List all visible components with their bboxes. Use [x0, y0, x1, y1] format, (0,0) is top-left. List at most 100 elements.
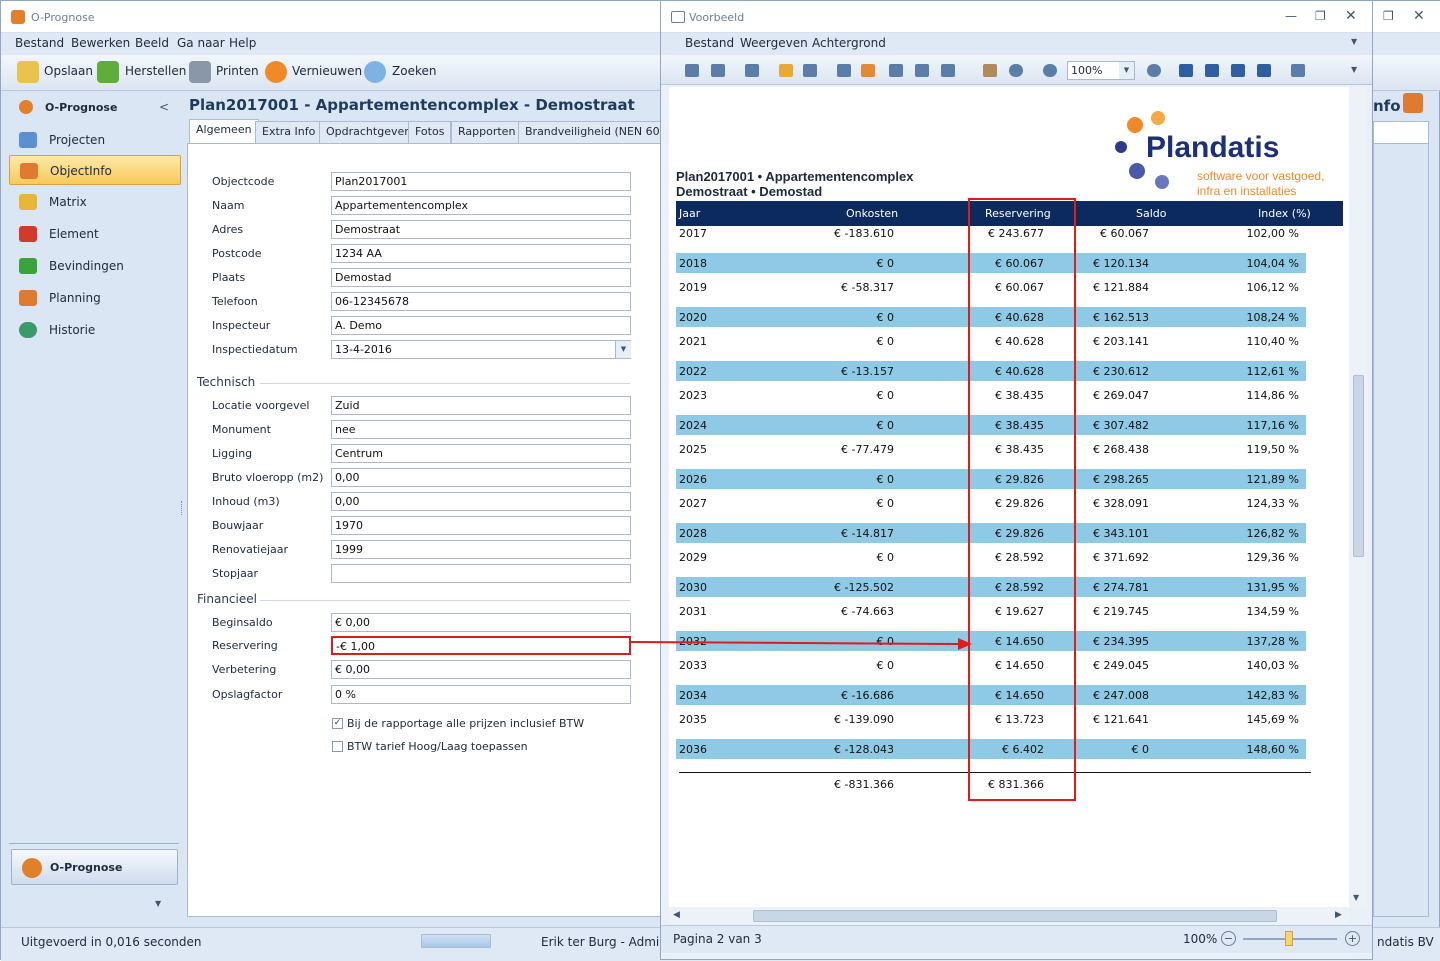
field-plaats[interactable]: Demostad — [331, 268, 631, 287]
field-inspecteur[interactable]: A. Demo — [331, 316, 631, 335]
find-icon[interactable] — [711, 64, 725, 77]
scroll-down-icon[interactable]: ▼ — [1353, 893, 1359, 902]
menu-ga-naar[interactable]: Ga naar — [177, 36, 225, 50]
checkbox-btw-tarief[interactable] — [332, 741, 343, 752]
printer-icon[interactable] — [189, 61, 211, 83]
refresh-button[interactable]: Vernieuwen — [292, 64, 362, 78]
preview-menu-weergeven[interactable]: Weergeven — [740, 36, 808, 50]
restore-window-icon[interactable]: ❐ — [1383, 9, 1394, 23]
field-inspectiedatum[interactable]: 13-4-2016 ▼ — [331, 340, 631, 359]
search-button[interactable]: Zoeken — [392, 64, 436, 78]
quick-print-icon[interactable] — [861, 64, 875, 77]
document-map-icon[interactable] — [685, 64, 699, 77]
zoom-out-icon[interactable]: − — [1221, 931, 1236, 946]
menu-bestand[interactable]: Bestand — [15, 36, 64, 50]
scale-icon[interactable] — [941, 64, 955, 77]
sidebar-item-matrix[interactable]: Matrix — [9, 187, 181, 217]
field-telefoon[interactable]: 06-12345678 — [331, 292, 631, 311]
field-locatie-voorgevel[interactable]: Zuid — [331, 396, 631, 415]
sidebar-item-historie[interactable]: Historie — [9, 315, 181, 345]
print-button[interactable]: Printen — [216, 64, 259, 78]
grid-icon[interactable] — [745, 64, 759, 77]
zoom-in-icon[interactable]: + — [1345, 931, 1360, 946]
checkbox-include-btw[interactable]: ✓ — [332, 718, 343, 729]
field-objectcode[interactable]: Plan2017001 — [331, 172, 631, 191]
scroll-right-icon[interactable]: ▶ — [1335, 910, 1342, 920]
menu-help[interactable]: Help — [229, 36, 256, 50]
zoom-slider-thumb[interactable] — [1285, 931, 1293, 946]
open-folder-icon[interactable] — [779, 64, 793, 77]
preview-horizontal-scrollbar[interactable]: ◀ ▶ — [669, 907, 1349, 925]
cell-jaar: 2023 — [679, 389, 707, 402]
minimize-icon[interactable]: — — [1285, 9, 1297, 23]
zoom-dropdown-icon[interactable]: ▼ — [1119, 62, 1134, 79]
preview-menu-bestand[interactable]: Bestand — [685, 36, 734, 50]
field-stopjaar[interactable] — [331, 564, 631, 583]
field-renovatiejaar[interactable]: 1999 — [331, 540, 631, 559]
field-beginsaldo[interactable]: € 0,00 — [331, 613, 631, 632]
vertical-scroll-thumb[interactable] — [1353, 375, 1364, 557]
next-page-icon[interactable] — [1231, 64, 1245, 77]
field-adres[interactable]: Demostraat — [331, 220, 631, 239]
tab-extra-info[interactable]: Extra Info — [255, 121, 323, 143]
last-page-icon[interactable] — [1257, 64, 1271, 77]
tab-opdrachtgever[interactable]: Opdrachtgever — [319, 121, 416, 143]
printer-icon[interactable] — [837, 64, 851, 77]
sidebar-bottom-button[interactable]: O-Prognose — [11, 849, 178, 885]
hand-tool-icon[interactable] — [983, 64, 997, 77]
zoom-out-icon[interactable] — [1043, 64, 1057, 77]
field-bouwjaar[interactable]: 1970 — [331, 516, 631, 535]
chevron-down-icon[interactable]: ▼ — [1351, 65, 1357, 74]
logo-dot — [1129, 163, 1145, 179]
page-title: Plan2017001 - Appartementencomplex - Dem… — [189, 96, 635, 114]
sidebar-item-projecten[interactable]: Projecten — [9, 125, 181, 155]
cell-jaar: 2027 — [679, 497, 707, 510]
field-postcode[interactable]: 1234 AA — [331, 244, 631, 263]
preview-menu-achtergrond[interactable]: Achtergrond — [812, 36, 886, 50]
sidebar-item-objectinfo[interactable]: ObjectInfo — [9, 155, 181, 185]
menu-bewerken[interactable]: Bewerken — [71, 36, 130, 50]
multiple-pages-icon[interactable] — [1291, 64, 1305, 77]
scroll-left-icon[interactable]: ◀ — [673, 910, 680, 920]
header-footer-icon[interactable] — [915, 64, 929, 77]
restore-icon[interactable] — [97, 61, 119, 83]
partial-tab-panel — [1373, 121, 1429, 145]
menu-beeld[interactable]: Beeld — [135, 36, 169, 50]
refresh-icon[interactable] — [265, 61, 287, 83]
page-setup-icon[interactable] — [889, 64, 903, 77]
restore-button[interactable]: Herstellen — [125, 64, 186, 78]
save-button[interactable]: Opslaan — [44, 64, 93, 78]
field-opslagfactor[interactable]: 0 % — [331, 685, 631, 704]
save-icon[interactable] — [17, 61, 39, 83]
field-reservering[interactable]: -€ 1,00 — [331, 636, 631, 655]
field-monument[interactable]: nee — [331, 420, 631, 439]
collapse-icon[interactable]: < — [159, 100, 169, 114]
close-icon[interactable]: ✕ — [1345, 8, 1357, 24]
preview-vertical-scrollbar[interactable]: ▼ — [1349, 87, 1367, 907]
tab-fotos[interactable]: Fotos — [408, 121, 452, 143]
first-page-icon[interactable] — [1179, 64, 1193, 77]
field-verbetering[interactable]: € 0,00 — [331, 660, 631, 679]
maximize-icon[interactable]: ❐ — [1315, 9, 1326, 23]
splitter-handle[interactable] — [181, 501, 184, 515]
field-ligging[interactable]: Centrum — [331, 444, 631, 463]
sidebar-item-element[interactable]: Element — [9, 219, 181, 249]
field-naam[interactable]: Appartementencomplex — [331, 196, 631, 215]
field-bruto-vloeropp-m2[interactable]: 0,00 — [331, 468, 631, 487]
field-inhoud-m3[interactable]: 0,00 — [331, 492, 631, 511]
save-icon[interactable] — [803, 64, 817, 77]
previous-page-icon[interactable] — [1205, 64, 1219, 77]
zoom-in-icon[interactable] — [1147, 64, 1161, 77]
sidebar-item-label: Planning — [49, 291, 101, 305]
chevron-down-icon[interactable]: ▼ — [155, 899, 161, 908]
magnifier-icon[interactable] — [364, 61, 386, 83]
magnifier-icon[interactable] — [1009, 64, 1023, 77]
sidebar-item-bevindingen[interactable]: Bevindingen — [9, 251, 181, 281]
tab-rapporten[interactable]: Rapporten — [451, 121, 523, 143]
horizontal-scroll-thumb[interactable] — [753, 910, 1277, 922]
sidebar-item-planning[interactable]: Planning — [9, 283, 181, 313]
chevron-down-icon[interactable]: ▼ — [1351, 37, 1357, 46]
date-dropdown-icon[interactable]: ▼ — [615, 341, 631, 358]
tab-algemeen[interactable]: Algemeen — [189, 119, 259, 143]
close-window-icon[interactable]: ✕ — [1413, 8, 1425, 24]
